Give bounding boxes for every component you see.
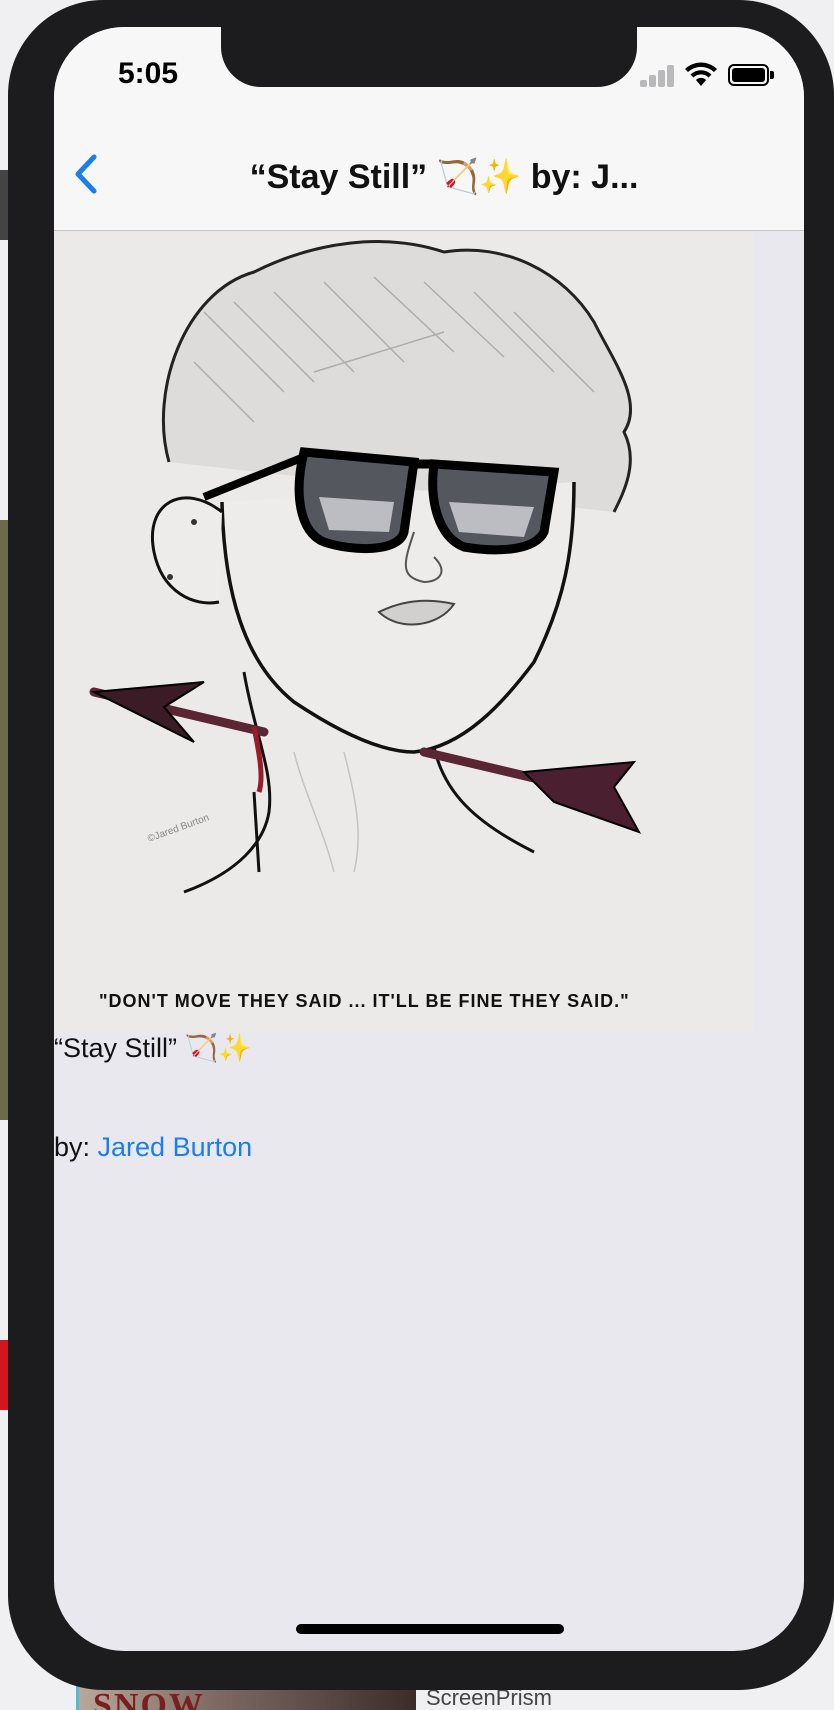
artwork-drawing: ©Jared Burton "DON'T MOVE THEY SAID ... … [54,232,754,1032]
home-indicator[interactable] [296,1624,564,1634]
notch [221,27,637,87]
post-caption: “Stay Still” 🏹✨ [54,1033,252,1063]
artwork-quote: "DON'T MOVE THEY SAID ... IT'LL BE FINE … [99,991,630,1011]
page-title: “Stay Still” 🏹✨ by: J... [249,158,639,196]
artwork-image: ©Jared Burton "DON'T MOVE THEY SAID ... … [54,232,754,1032]
battery-icon [728,64,774,86]
back-button[interactable] [68,149,108,199]
byline-prefix: by: [54,1132,98,1162]
phone-frame: 5:05 “Stay Still” 🏹✨ by: J... ©Jared Bur… [8,0,834,1690]
cellular-signal-icon [640,65,676,87]
status-bar: 5:05 [54,27,804,117]
author-link[interactable]: Jared Burton [98,1132,253,1162]
status-time: 5:05 [118,57,179,90]
wifi-icon [685,62,717,86]
post-byline: by: Jared Burton [54,1132,252,1163]
phone-screen: 5:05 “Stay Still” 🏹✨ by: J... ©Jared Bur… [54,27,804,1651]
background-thumbnail-text: SNOW [93,1687,205,1710]
chevron-left-icon [75,154,97,194]
navigation-bar: “Stay Still” 🏹✨ by: J... [54,117,804,231]
